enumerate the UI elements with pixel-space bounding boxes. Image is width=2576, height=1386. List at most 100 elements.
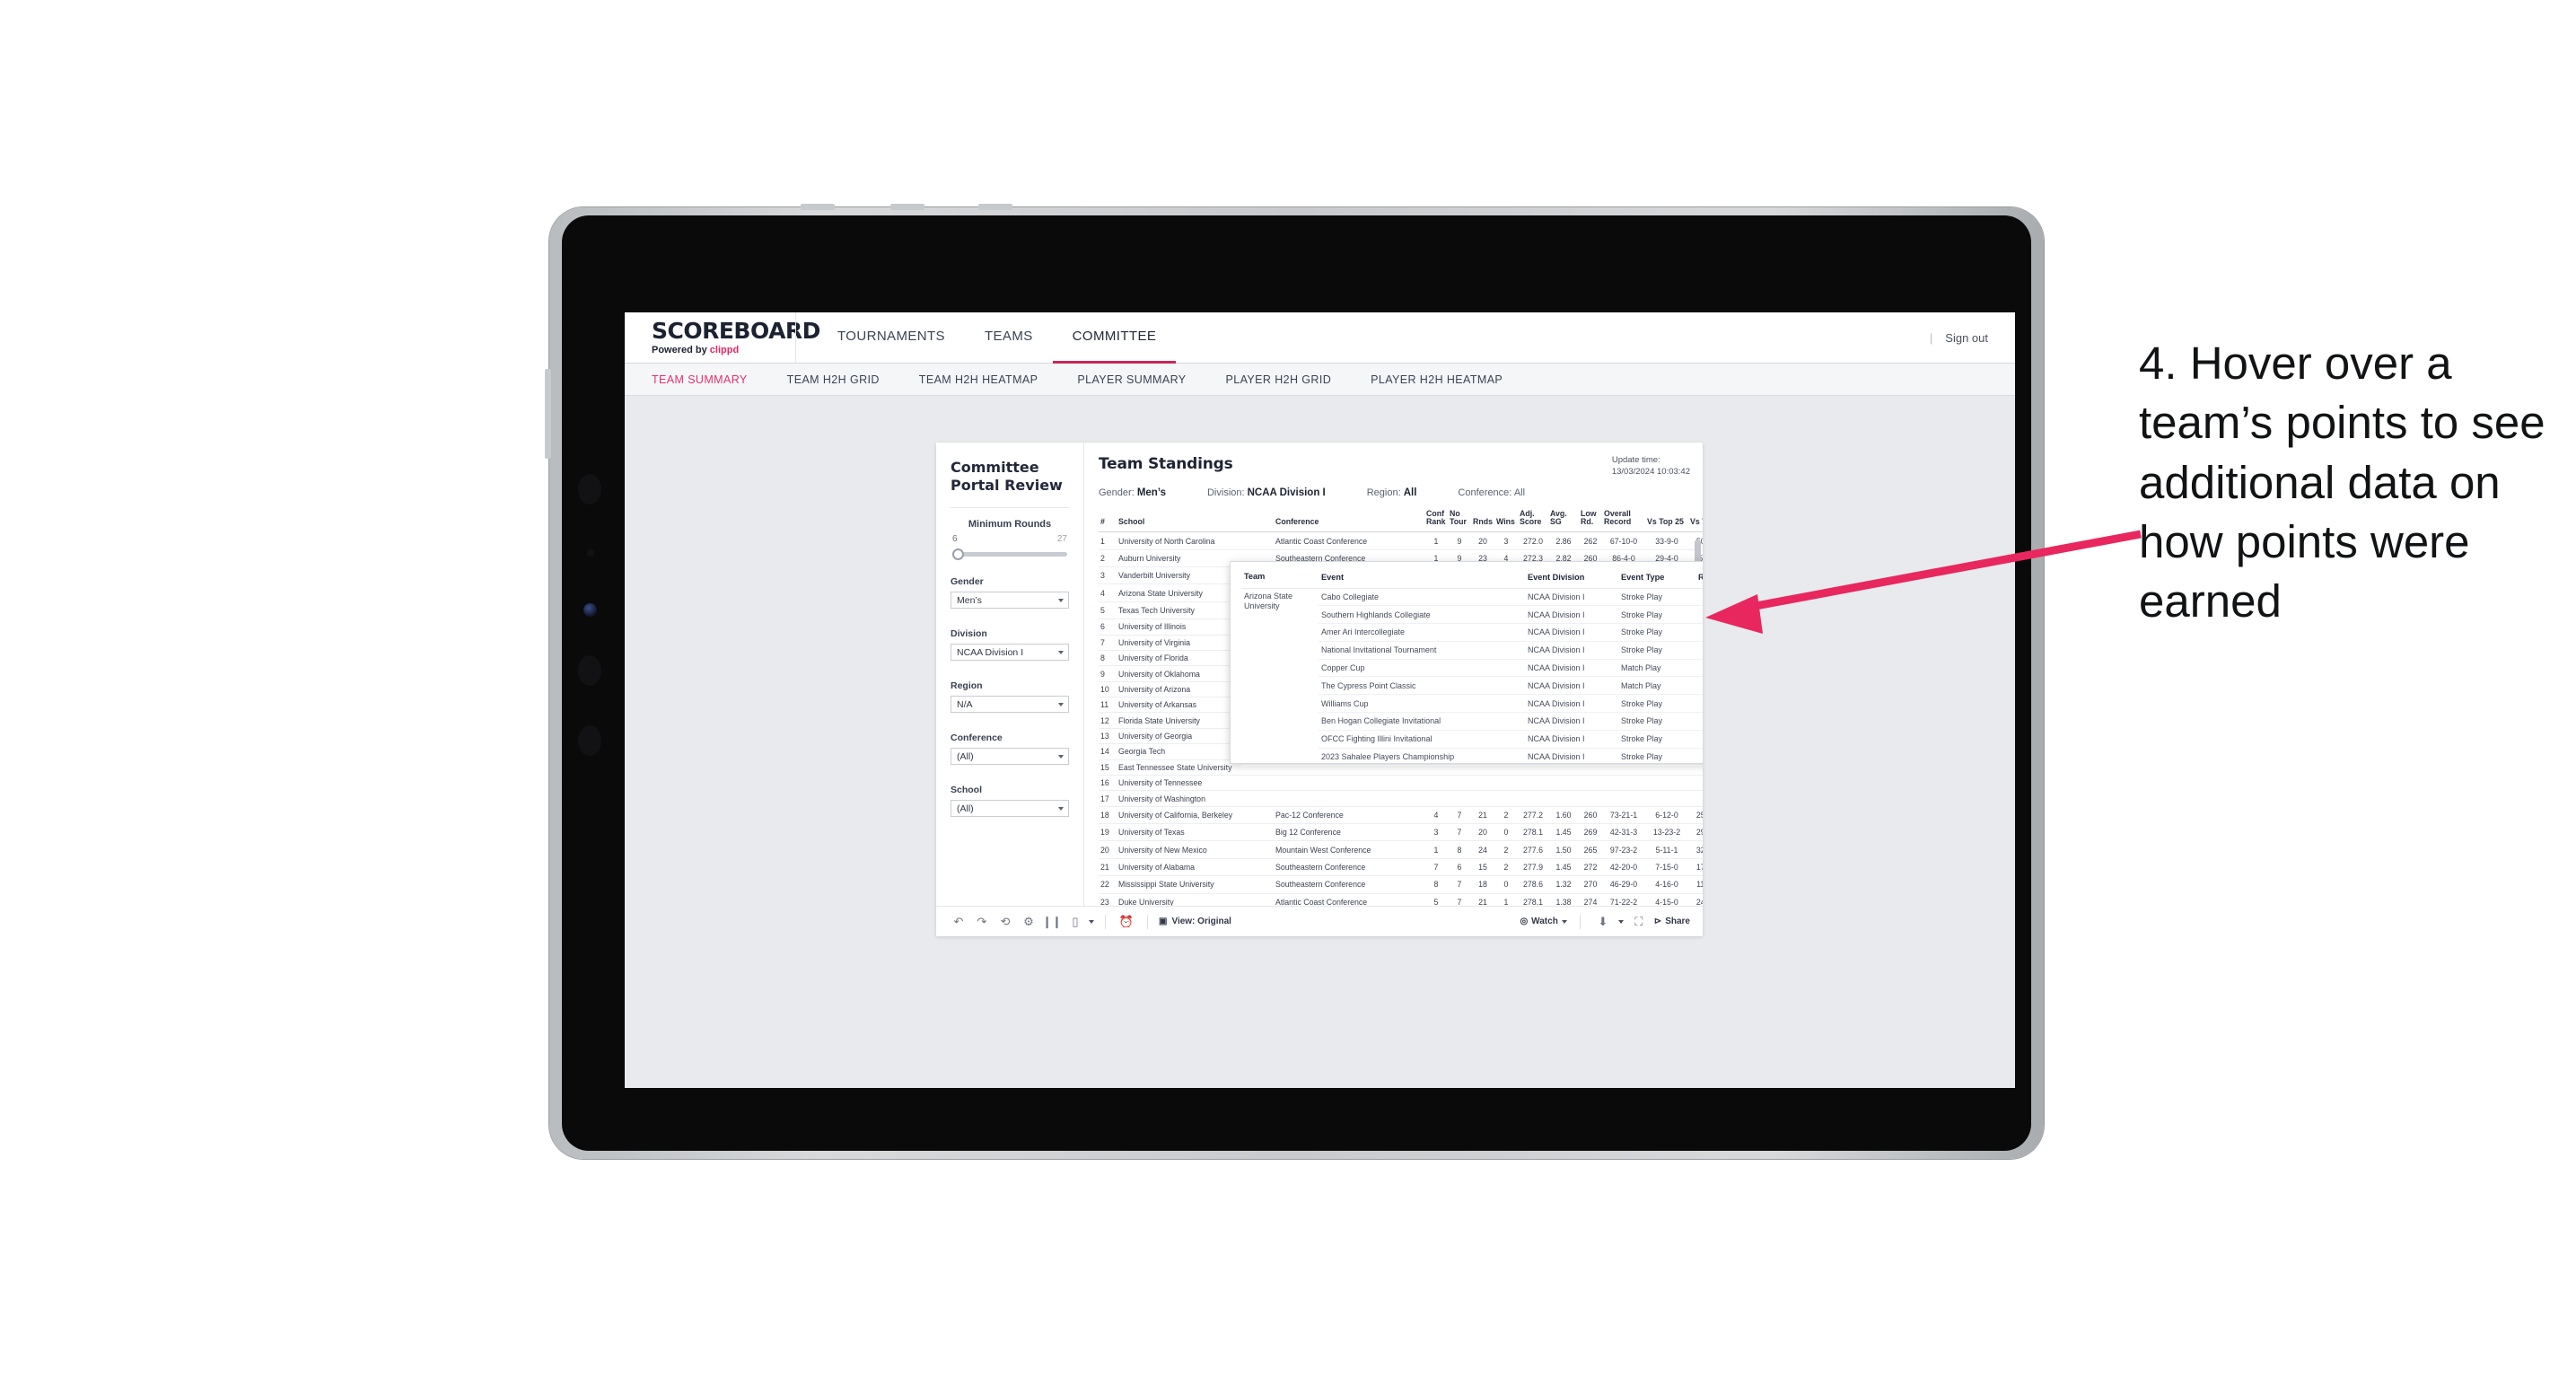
nav-item-committee[interactable]: COMMITTEE [1052,312,1177,364]
table-row[interactable]: 23 Duke University Atlantic Coast Conferen… [1099,893,1703,906]
cell-no-tour: 8 [1448,840,1471,859]
refresh-data-icon[interactable]: ⚙ [1019,912,1038,932]
cell-conference: Atlantic Coast Conference [1274,893,1424,906]
chevron-down-icon[interactable] [1089,919,1094,924]
tooltip-cell-division: NCAA Division I [1525,641,1618,660]
tooltip-cell-type: Stroke Play [1618,712,1695,731]
minimum-rounds-slider[interactable] [952,548,1067,560]
redo-icon[interactable]: ↷ [972,912,992,932]
revert-icon[interactable]: ⟲ [995,912,1015,932]
cell-wins: 1 [1494,893,1518,906]
sign-out-link[interactable]: Sign out [1945,331,1988,345]
col-adj-score[interactable]: Adj. Score [1518,506,1548,533]
brand-logo[interactable]: SCOREBOARD Powered by clippd [625,320,820,355]
region-value: N/A [957,698,973,710]
conference-select[interactable]: (All) [951,748,1069,765]
tooltip-cell-division: NCAA Division I [1525,694,1618,713]
nav-item-tournaments[interactable]: TOURNAMENTS [818,312,965,364]
col-school[interactable]: School [1117,506,1274,533]
table-row[interactable]: 16 University of Tennessee [1099,775,1703,792]
tab-player-h2h-heatmap[interactable]: PLAYER H2H HEATMAP [1371,373,1522,386]
col-conference[interactable]: Conference [1274,506,1424,533]
cell-low-rd: 260 [1579,806,1602,825]
update-time-label: Update time: [1611,455,1660,465]
table-row[interactable]: 19 University of Texas Big 12 Conference 3 7… [1099,823,1703,842]
tooltip-col-event-division: Event Division [1525,570,1618,589]
filter-pane: Committee Portal Review Minimum Rounds 6… [936,443,1084,906]
division-select[interactable]: NCAA Division I [951,644,1069,661]
col-no-tour[interactable]: No Tour [1448,506,1471,533]
cell-avg-sg [1548,790,1579,807]
cell-rnds: 21 [1471,893,1494,906]
cell-adj-score: 278.1 [1518,893,1548,906]
table-row[interactable]: 1 University of North Carolina Atlantic Co… [1099,531,1703,550]
share-button[interactable]: ⊳ Share [1654,917,1690,926]
brand-sub-prefix: Powered by [652,345,710,355]
col-rnds[interactable]: Rnds [1471,506,1494,533]
arrow-head [1705,594,1763,634]
cell-adj-score: 277.9 [1518,858,1548,877]
gender-label: Gender [951,576,984,587]
col-vs-top-25[interactable]: Vs Top 25 [1645,506,1688,533]
cell-avg-sg: 1.60 [1548,806,1579,825]
tab-player-h2h-grid[interactable]: PLAYER H2H GRID [1226,373,1352,386]
cell-vs-top-50: 17-19-0 [1688,858,1703,877]
cell-no-tour [1448,775,1471,792]
undo-icon[interactable]: ↶ [949,912,968,932]
tab-team-summary[interactable]: TEAM SUMMARY [652,373,767,386]
table-row[interactable]: 17 University of Washington [1099,790,1703,807]
minimum-rounds-slider-handle[interactable] [952,548,964,560]
cell-vs-top-25: 13-23-2 [1645,823,1688,842]
tab-team-h2h-grid[interactable]: TEAM H2H GRID [787,373,899,386]
device-button-top-2[interactable] [890,204,924,210]
table-row[interactable]: 18 University of California, Berkeley Pac-… [1099,806,1703,825]
gender-select[interactable]: Men’s [951,592,1069,609]
cell-rank: 7 [1099,635,1117,651]
cell-conf-rank [1424,775,1448,792]
col-avg-sg[interactable]: Avg. SG [1548,506,1579,533]
col-rank[interactable]: # [1099,506,1117,533]
cell-vs-top-50: 32-19-2 [1688,840,1703,859]
col-overall-record[interactable]: Overall Record [1602,506,1645,533]
school-select[interactable]: (All) [951,800,1069,817]
tooltip-cell-event: Amer Ari Intercollegiate [1319,623,1525,642]
minimum-rounds-min: 6 [952,534,958,544]
cell-conf-rank: 5 [1424,893,1448,906]
cell-rnds [1471,775,1494,792]
col-low-rd[interactable]: Low Rd. [1579,506,1602,533]
chevron-down-icon [1561,919,1567,924]
region-select[interactable]: N/A [951,696,1069,713]
table-row[interactable]: 22 Mississippi State University Southeaste… [1099,875,1703,894]
watch-button[interactable]: ◎ Watch [1520,917,1567,926]
filter-gender: Gender Men’s [951,576,1069,609]
download-icon[interactable]: ⬇ [1593,912,1613,932]
viz-toolbar: ↶ ↷ ⟲ ⚙ ❙❙ ▯ ⏰ ▣ View: Original ◎ Watch … [936,906,1703,936]
col-wins[interactable]: Wins [1494,506,1518,533]
history-icon[interactable]: ⏰ [1117,912,1136,932]
navbar-divider [795,312,796,364]
cell-avg-sg: 1.45 [1548,823,1579,842]
tooltip-cell-event: National Invitational Tournament [1319,641,1525,660]
table-row[interactable]: 20 University of New Mexico Mountain West … [1099,840,1703,859]
view-original-button[interactable]: ▣ View: Original [1159,917,1231,926]
pause-updates-icon[interactable]: ❙❙ [1042,912,1062,932]
device-button-left[interactable] [545,369,551,459]
tab-team-h2h-heatmap[interactable]: TEAM H2H HEATMAP [919,373,1058,386]
cell-low-rd [1579,790,1602,807]
device-button-top-1[interactable] [801,204,835,210]
standings-header: Team Standings Update time: 13/03/2024 1… [1099,455,1690,478]
fullscreen-icon[interactable]: ⛶ [1629,912,1649,932]
device-button-top-3[interactable] [978,204,1012,210]
cell-vs-top-50: 24-21-0 [1688,893,1703,906]
col-conf-rank[interactable]: Conf Rank [1424,506,1448,533]
device-preview-icon[interactable]: ▯ [1065,912,1085,932]
cell-no-tour: 7 [1448,806,1471,825]
cell-school: Duke University [1117,893,1274,906]
nav-item-teams[interactable]: TEAMS [965,312,1053,364]
chevron-down-icon[interactable] [1617,919,1624,924]
tooltip-cell-rounds: 1 [1695,676,1703,696]
minimum-rounds-range: 6 27 [951,534,1069,547]
filter-conference: Conference (All) [951,732,1069,765]
table-row[interactable]: 21 University of Alabama Southeastern Conf… [1099,858,1703,877]
tab-player-summary[interactable]: PLAYER SUMMARY [1077,373,1205,386]
